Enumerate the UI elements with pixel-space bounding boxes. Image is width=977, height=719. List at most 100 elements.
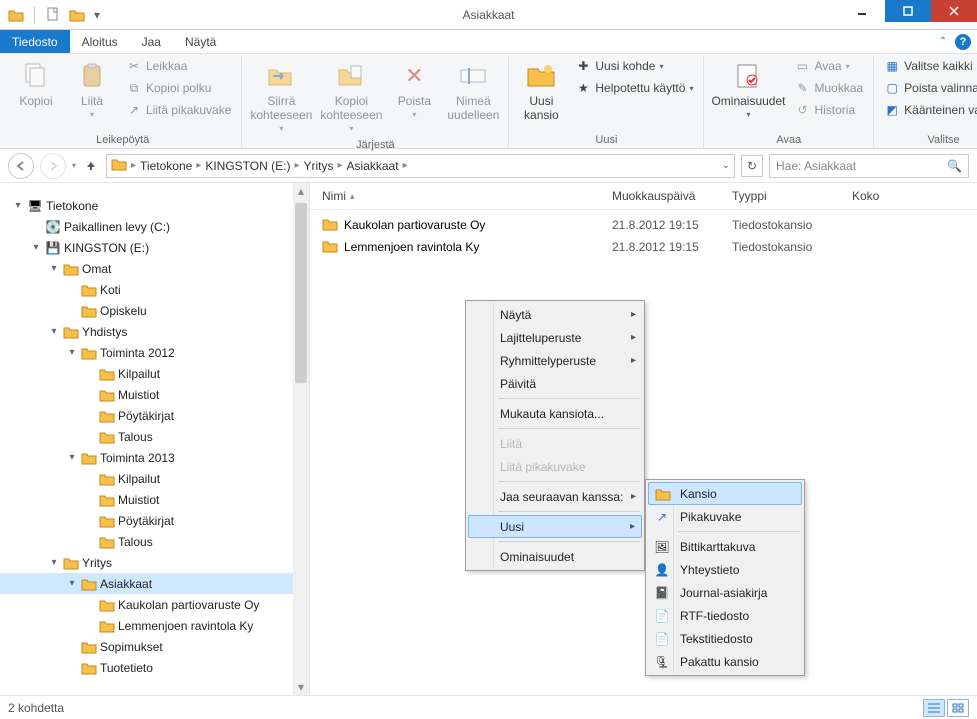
delete-button[interactable]: ✕ Poista▾ (388, 56, 440, 123)
ctx-properties[interactable]: Ominaisuudet (468, 545, 642, 568)
tree-item[interactable]: Talous (0, 426, 309, 447)
cut-button[interactable]: ✂Leikkaa (122, 56, 235, 76)
ctx-new-bitmap[interactable]: 🖼Bittikarttakuva (648, 535, 802, 558)
tree-item[interactable]: Lemmenjoen ravintola Ky (0, 615, 309, 636)
tree-item[interactable]: Pöytäkirjat (0, 405, 309, 426)
address-dropdown-icon[interactable]: ⌄ (722, 160, 730, 171)
back-button[interactable] (8, 153, 34, 179)
ctx-refresh[interactable]: Päivitä (468, 372, 642, 395)
refresh-button[interactable]: ↻ (741, 155, 763, 177)
column-header-size[interactable]: Koko (852, 189, 965, 203)
tree-item-local-disk[interactable]: 💽Paikallinen levy (C:) (0, 216, 309, 237)
new-doc-icon[interactable] (43, 5, 63, 25)
ctx-new-text[interactable]: 📄Tekstitiedosto (648, 627, 802, 650)
tree-item[interactable]: ▾Yhdistys (0, 321, 309, 342)
easy-access-button[interactable]: ★Helpotettu käyttö ▾ (571, 78, 697, 98)
scroll-down-icon[interactable]: ▾ (293, 679, 309, 695)
breadcrumb[interactable]: Asiakkaat▸ (347, 159, 408, 173)
tree-item[interactable]: Muistiot (0, 489, 309, 510)
tree-item-selected[interactable]: ▾Asiakkaat (0, 573, 309, 594)
ctx-sort[interactable]: Lajitteluperuste▸ (468, 326, 642, 349)
select-all-button[interactable]: ▦Valitse kaikki (880, 56, 977, 76)
breadcrumb[interactable]: Yritys▸ (304, 159, 343, 173)
paste-shortcut-button[interactable]: ↗Liitä pikakuvake (122, 100, 235, 120)
tree-item[interactable]: Kaukolan partiovaruste Oy (0, 594, 309, 615)
tree-item[interactable]: Muistiot (0, 384, 309, 405)
history-dropdown-icon[interactable]: ▾ (72, 161, 76, 170)
ctx-new[interactable]: Uusi▸ (468, 515, 642, 538)
up-button[interactable] (82, 157, 100, 175)
tree-item[interactable]: Tuotetieto (0, 657, 309, 678)
address-bar[interactable]: ▸ Tietokone▸ KINGSTON (E:)▸ Yritys▸ Asia… (106, 154, 735, 178)
invert-selection-button[interactable]: ◩Käänteinen valinta (880, 100, 977, 120)
tree-item-computer[interactable]: ▾🖥Tietokone (0, 195, 309, 216)
history-button[interactable]: ↺Historia (790, 100, 867, 120)
tree-item[interactable]: ▾Toiminta 2013 (0, 447, 309, 468)
tree-item[interactable]: ▾Yritys (0, 552, 309, 573)
copy-button[interactable]: Kopioi (10, 56, 62, 112)
copy-path-button[interactable]: ⧉Kopioi polku (122, 78, 235, 98)
paste-button[interactable]: Liitä▾ (66, 56, 118, 123)
tree-item[interactable]: Opiskelu (0, 300, 309, 321)
list-item[interactable]: Kaukolan partiovaruste Oy 21.8.2012 19:1… (322, 214, 965, 236)
forward-button[interactable] (40, 153, 66, 179)
tree-item[interactable]: Kilpailut (0, 363, 309, 384)
qat-dropdown-icon[interactable]: ▾ (91, 5, 103, 25)
tab-share[interactable]: Jaa (130, 30, 173, 53)
tab-file[interactable]: Tiedosto (0, 30, 70, 53)
close-button[interactable] (931, 0, 977, 22)
column-header-modified[interactable]: Muokkauspäivä (612, 189, 732, 203)
copy-to-button[interactable]: Kopioi kohteeseen▾ (318, 56, 384, 137)
ctx-new-journal[interactable]: 📓Journal-asiakirja (648, 581, 802, 604)
rename-button[interactable]: Nimeä uudelleen (444, 56, 502, 126)
column-header-name[interactable]: Nimi▴ (322, 189, 612, 203)
new-folder-button[interactable]: Uusi kansio (515, 56, 567, 126)
select-none-button[interactable]: ▢Poista valinnat (880, 78, 977, 98)
ctx-customize[interactable]: Mukauta kansiota... (468, 402, 642, 425)
open-button[interactable]: ▭Avaa ▾ (790, 56, 867, 76)
scroll-thumb[interactable] (295, 203, 307, 383)
move-to-button[interactable]: Siirrä kohteeseen▾ (248, 56, 314, 137)
tree-item[interactable]: ▾Omat (0, 258, 309, 279)
breadcrumb[interactable]: KINGSTON (E:)▸ (205, 159, 299, 173)
new-item-button[interactable]: ✚Uusi kohde ▾ (571, 56, 697, 76)
tree-item-kingston[interactable]: ▾💾KINGSTON (E:) (0, 237, 309, 258)
help-icon[interactable]: ? (955, 34, 971, 50)
menu-strip: Tiedosto Aloitus Jaa Näytä ⌃ ? (0, 30, 977, 54)
scroll-up-icon[interactable]: ▴ (293, 183, 309, 199)
column-header-type[interactable]: Tyyppi (732, 189, 852, 203)
icons-view-button[interactable] (947, 699, 969, 717)
list-item[interactable]: Lemmenjoen ravintola Ky 21.8.2012 19:15 … (322, 236, 965, 258)
tree-item[interactable]: ▾Toiminta 2012 (0, 342, 309, 363)
folder-icon[interactable] (67, 5, 87, 25)
new-item-icon: ✚ (575, 58, 591, 74)
ctx-new-rtf[interactable]: 📄RTF-tiedosto (648, 604, 802, 627)
ctx-new-zip[interactable]: 🗜Pakattu kansio (648, 650, 802, 673)
details-view-button[interactable] (923, 699, 945, 717)
tree-item[interactable]: Kilpailut (0, 468, 309, 489)
collapse-ribbon-icon[interactable]: ⌃ (939, 36, 947, 47)
breadcrumb[interactable]: Tietokone▸ (140, 159, 201, 173)
new-folder-icon (525, 60, 557, 92)
easy-access-icon: ★ (575, 80, 591, 96)
tree-item[interactable]: Talous (0, 531, 309, 552)
search-input[interactable]: Hae: Asiakkaat 🔍 (769, 154, 969, 178)
ctx-share[interactable]: Jaa seuraavan kanssa:▸ (468, 485, 642, 508)
minimize-button[interactable] (839, 0, 885, 22)
ctx-view[interactable]: Näytä▸ (468, 303, 642, 326)
tree-item[interactable]: Pöytäkirjat (0, 510, 309, 531)
ctx-paste[interactable]: Liitä (468, 432, 642, 455)
tab-view[interactable]: Näytä (173, 30, 228, 53)
ctx-group[interactable]: Ryhmittelyperuste▸ (468, 349, 642, 372)
properties-button[interactable]: Ominaisuudet▾ (710, 56, 786, 123)
ctx-new-shortcut[interactable]: ↗Pikakuvake (648, 505, 802, 528)
tab-home[interactable]: Aloitus (70, 30, 130, 53)
ctx-new-folder[interactable]: Kansio (648, 482, 802, 505)
maximize-button[interactable] (885, 0, 931, 22)
tree-item[interactable]: Sopimukset (0, 636, 309, 657)
tree-item[interactable]: Koti (0, 279, 309, 300)
ctx-paste-shortcut[interactable]: Liitä pikakuvake (468, 455, 642, 478)
ctx-new-contact[interactable]: 👤Yhteystieto (648, 558, 802, 581)
tree-scrollbar[interactable]: ▴ ▾ (293, 183, 309, 695)
edit-button[interactable]: ✎Muokkaa (790, 78, 867, 98)
